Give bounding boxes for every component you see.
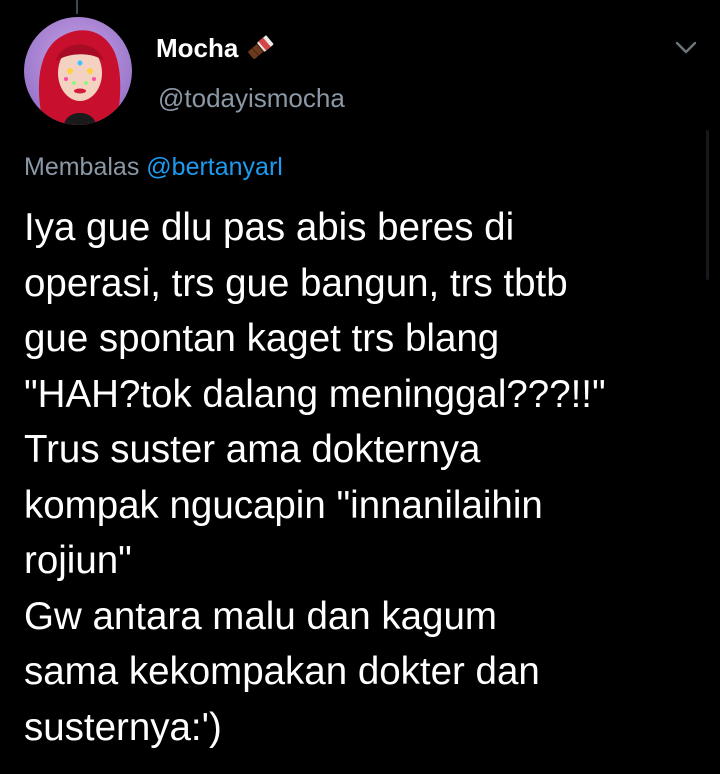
tweet-text-line: Iya gue dlu pas abis beres di [24,206,515,249]
tweet-text-line: Trus suster ama dokternya [24,428,481,471]
scrollbar[interactable] [706,130,709,280]
tweet-text-line: gue spontan kaget trs blang [24,317,500,360]
avatar[interactable] [24,17,132,125]
chevron-down-icon [675,41,697,54]
reply-context: Membalas @bertanyarl [24,150,283,184]
tweet-text-line: sama kekompakan dokter dan [24,650,540,693]
tweet-text-line: rojiun" [24,539,132,582]
reply-mention-link[interactable]: @bertanyarl [146,153,283,181]
tweet-text-line: "HAH?tok dalang meninggal???!!" [24,372,606,416]
user-handle[interactable]: @todayismocha [158,80,345,116]
thread-connector-line [76,0,78,14]
reply-prefix: Membalas [24,153,140,181]
tweet-text-line: operasi, trs gue bangun, trs tbtb [24,261,568,305]
chocolate-bar-icon [244,32,276,64]
more-options-button[interactable] [668,30,704,66]
tweet-text-line: kompak ngucapin "innanilaihin [24,483,543,527]
display-name[interactable]: Mocha [156,30,238,66]
tweet-text-line: susternya:') [24,705,222,749]
tweet-text: Iya gue dlu pas abis beres di operasi, t… [24,200,704,755]
tweet-text-line: Gw antara malu dan kagum [24,594,497,638]
display-name-row[interactable]: Mocha [156,30,276,66]
